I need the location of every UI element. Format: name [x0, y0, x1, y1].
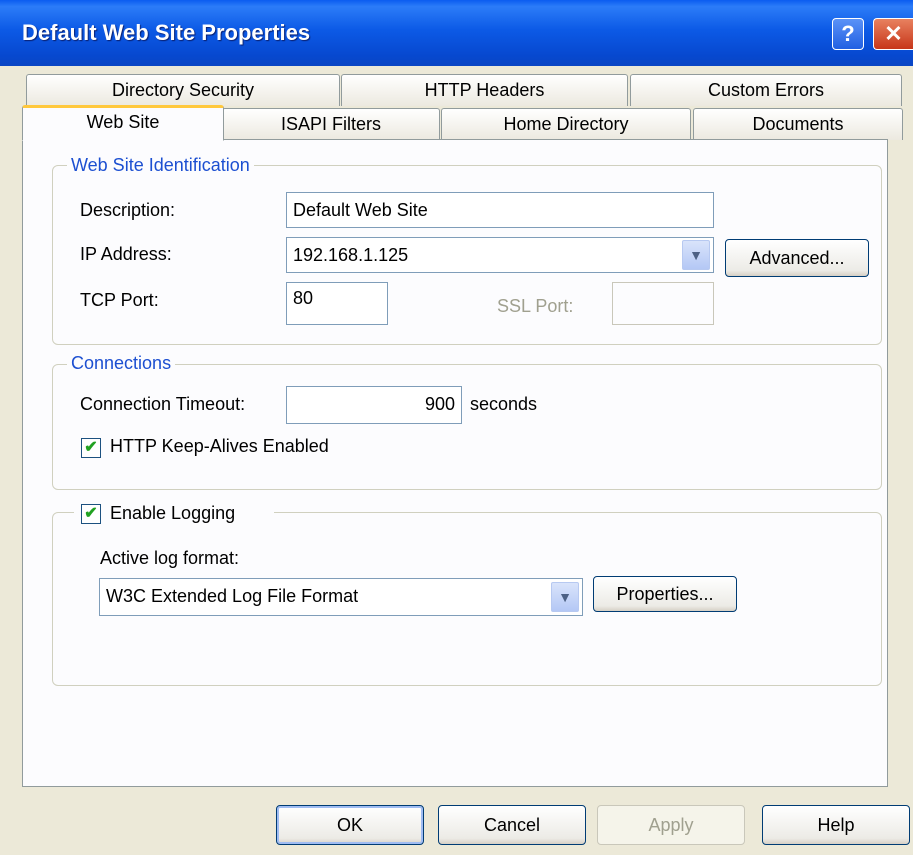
chevron-down-icon[interactable]: ▼: [551, 582, 579, 612]
properties-button[interactable]: Properties...: [593, 576, 737, 612]
connection-timeout-field[interactable]: 900: [286, 386, 462, 424]
ip-address-select[interactable]: 192.168.1.125: [286, 237, 714, 273]
tab-web-site[interactable]: Web Site: [22, 105, 224, 141]
seconds-label: seconds: [470, 394, 538, 414]
active-log-format-label: Active log format:: [100, 548, 240, 568]
ok-button[interactable]: OK: [276, 805, 424, 845]
enable-logging-label[interactable]: Enable Logging: [110, 503, 235, 524]
help-button[interactable]: Help: [762, 805, 910, 845]
advanced-button[interactable]: Advanced...: [725, 239, 869, 277]
checkmark-icon: ✔: [84, 505, 98, 522]
ssl-port-field: [612, 282, 714, 325]
title-bar: Default Web Site Properties ? ✕: [0, 0, 913, 66]
tab-documents[interactable]: Documents: [693, 108, 903, 140]
close-icon[interactable]: ✕: [873, 18, 913, 50]
tab-custom-errors[interactable]: Custom Errors: [630, 74, 902, 106]
keep-alives-checkbox[interactable]: ✔: [81, 438, 101, 458]
ip-address-label: IP Address:: [80, 244, 172, 264]
connection-timeout-label: Connection Timeout:: [80, 394, 246, 414]
connections-group: [52, 364, 882, 490]
log-format-value: W3C Extended Log File Format: [106, 586, 359, 606]
tab-home-directory[interactable]: Home Directory: [441, 108, 691, 140]
ssl-port-label: SSL Port:: [497, 296, 574, 316]
enable-logging-checkbox[interactable]: ✔: [81, 504, 101, 524]
description-label: Description:: [80, 200, 176, 220]
description-field[interactable]: Default Web Site: [286, 192, 714, 228]
chevron-down-icon[interactable]: ▼: [682, 240, 710, 270]
tcp-port-field[interactable]: 80: [286, 282, 388, 325]
window-title: Default Web Site Properties: [22, 20, 311, 45]
ip-address-value: 192.168.1.125: [293, 245, 409, 265]
tcp-port-label: TCP Port:: [80, 290, 159, 310]
tab-http-headers[interactable]: HTTP Headers: [341, 74, 628, 106]
cancel-button[interactable]: Cancel: [438, 805, 586, 845]
apply-button[interactable]: Apply: [597, 805, 745, 845]
identification-legend: Web Site Identification: [67, 155, 254, 176]
checkmark-icon: ✔: [84, 439, 98, 456]
tab-directory-security[interactable]: Directory Security: [26, 74, 340, 106]
connections-legend: Connections: [67, 353, 176, 374]
log-format-select[interactable]: W3C Extended Log File Format: [99, 578, 583, 616]
tab-isapi-filters[interactable]: ISAPI Filters: [222, 108, 440, 140]
keep-alives-label[interactable]: HTTP Keep-Alives Enabled: [110, 436, 329, 457]
help-icon[interactable]: ?: [832, 18, 864, 50]
